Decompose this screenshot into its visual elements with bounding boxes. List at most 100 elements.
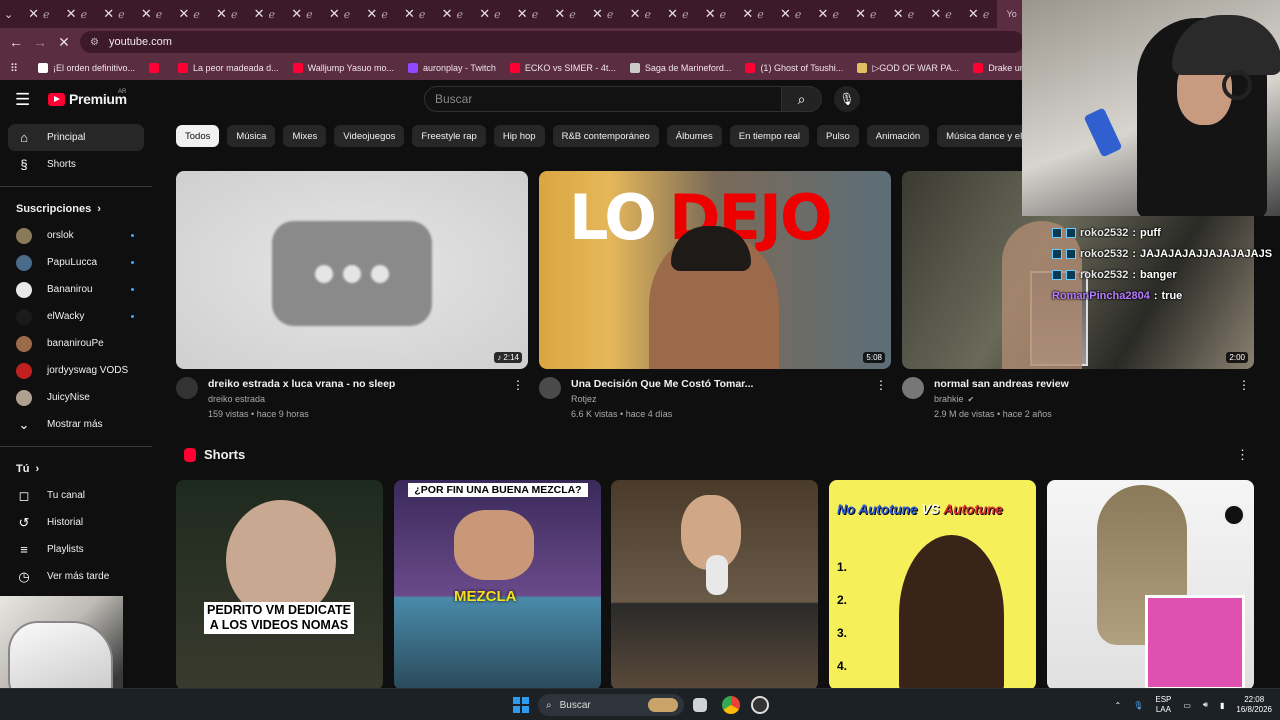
forward-icon[interactable]: →	[28, 34, 52, 50]
browser-tab[interactable]: ✕ ℯ	[283, 0, 321, 28]
browser-tab[interactable]: ✕ ℯ	[208, 0, 246, 28]
browser-tab[interactable]: ✕ ℯ	[960, 0, 998, 28]
sidebar-item-history[interactable]: ↺ Historial	[8, 509, 144, 536]
browser-tab[interactable]: ✕ ℯ	[133, 0, 171, 28]
browser-tab[interactable]: ✕ ℯ	[321, 0, 359, 28]
filter-chip[interactable]: Freestyle rap	[412, 125, 486, 147]
browser-tab[interactable]: ✕ ℯ	[622, 0, 660, 28]
video-thumbnail[interactable]: ♪ 2:14	[176, 171, 528, 369]
short-card[interactable]	[1047, 480, 1254, 688]
bookmark-item[interactable]: auronplay - Twitch	[407, 63, 496, 73]
filter-chip[interactable]: Álbumes	[666, 125, 722, 147]
search-button[interactable]: ⌕	[781, 86, 822, 112]
filter-chip[interactable]: Mixes	[283, 125, 327, 147]
subscription-item[interactable]: PapuLucca	[8, 249, 144, 276]
subscription-item[interactable]: orslok	[8, 222, 144, 249]
apps-icon[interactable]: ⠿	[0, 62, 28, 75]
speaker-icon[interactable]: 🔊︎	[1203, 700, 1208, 710]
sidebar-item-watch-later[interactable]: ◷ Ver más tarde	[8, 563, 144, 590]
short-card[interactable]: ¿POR FIN UNA BUENA MEZCLA? MEZCLA	[394, 480, 601, 688]
subscription-item[interactable]: jordyyswag VODS	[8, 357, 144, 384]
short-card[interactable]: PEDRITO VM DEDICATE A LOS VIDEOS NOMAS	[176, 480, 383, 688]
taskbar-search[interactable]: ⌕ Buscar	[538, 694, 684, 716]
bookmark-item[interactable]	[149, 63, 164, 73]
task-view-icon[interactable]	[693, 698, 707, 712]
browser-tab[interactable]: ✕ ℯ	[809, 0, 847, 28]
browser-tab[interactable]: ✕ ℯ	[170, 0, 208, 28]
bookmark-item[interactable]: La peor madeada d...	[178, 63, 279, 73]
video-thumbnail[interactable]: LO DEJO 5:08	[539, 171, 891, 369]
more-options-icon[interactable]: ⋮	[1238, 378, 1250, 392]
site-info-icon[interactable]: ⚙	[90, 37, 99, 48]
bookmark-item[interactable]: ECKO vs SIMER - 4t...	[509, 63, 616, 73]
search-input[interactable]: Buscar	[424, 86, 782, 112]
browser-tab[interactable]: ✕ ℯ	[396, 0, 434, 28]
subscription-item[interactable]: bananirouPe	[8, 330, 144, 357]
clock[interactable]: 22:08 16/8/2026	[1236, 695, 1272, 715]
battery-icon[interactable]: ▮	[1220, 701, 1224, 710]
subscriptions-header[interactable]: Suscripciones ›	[0, 195, 152, 222]
url-bar[interactable]: ⚙ youtube.com	[80, 31, 1024, 53]
subscription-item[interactable]: Bananirou	[8, 276, 144, 303]
browser-tab[interactable]: ✕ ℯ	[734, 0, 772, 28]
filter-chip[interactable]: Videojuegos	[334, 125, 405, 147]
short-card[interactable]	[611, 480, 818, 688]
filter-chip[interactable]: Todos	[176, 125, 220, 147]
browser-tab[interactable]: ✕ ℯ	[95, 0, 133, 28]
browser-tab[interactable]: ✕ ℯ	[20, 0, 58, 28]
voice-search-button[interactable]: 🎙︎	[834, 86, 860, 112]
browser-tab[interactable]: ✕ ℯ	[659, 0, 697, 28]
more-options-icon[interactable]: ⋮	[875, 378, 887, 392]
browser-tab[interactable]: ✕ ℯ	[358, 0, 396, 28]
short-card[interactable]: No Autotune VS Autotune 1. 2. 3. 4.	[829, 480, 1036, 688]
sidebar-item-channel[interactable]: ◻ Tu canal	[8, 482, 144, 509]
windows-start-icon[interactable]	[513, 697, 529, 713]
menu-icon[interactable]: ☰	[15, 90, 30, 110]
filter-chip[interactable]: Pulso	[817, 125, 859, 147]
filter-chip[interactable]: Animación	[866, 125, 930, 147]
youtube-premium-logo[interactable]: Premium AR	[48, 89, 127, 107]
tab-search-icon[interactable]: ⌄	[4, 8, 20, 21]
bookmark-item[interactable]: Walljump Yasuo mo...	[292, 63, 394, 73]
browser-tab[interactable]: ✕ ℯ	[509, 0, 547, 28]
bookmark-item[interactable]: (1) Ghost of Tsushi...	[745, 63, 843, 73]
channel-name[interactable]: Rotjez	[571, 394, 597, 404]
chrome-icon[interactable]	[722, 696, 740, 714]
video-title[interactable]: normal san andreas review	[934, 378, 1234, 390]
video-card[interactable]: LO DEJO 5:08 Una Decisión Que Me Costó Toma…	[539, 171, 891, 429]
video-card[interactable]: ♪ 2:14 dreiko estrada x luca vrana - no s…	[176, 171, 528, 429]
more-options-icon[interactable]: ⋮	[512, 378, 524, 392]
browser-tab[interactable]: ✕ ℯ	[471, 0, 509, 28]
browser-tab[interactable]: ✕ ℯ	[772, 0, 810, 28]
language-indicator[interactable]: ESP LAA	[1155, 695, 1171, 715]
bookmark-item[interactable]: ▷GOD OF WAR PA...	[857, 63, 959, 74]
bookmark-item[interactable]: Saga de Marineford...	[629, 63, 731, 73]
browser-tab[interactable]: ✕ ℯ	[847, 0, 885, 28]
chevron-up-icon[interactable]: ⌃	[1115, 701, 1122, 710]
browser-tab[interactable]: ✕ ℯ	[885, 0, 923, 28]
browser-tab[interactable]: ✕ ℯ	[246, 0, 284, 28]
subscription-item[interactable]: elWacky	[8, 303, 144, 330]
filter-chip[interactable]: Música	[227, 125, 276, 147]
browser-tab[interactable]: ✕ ℯ	[546, 0, 584, 28]
back-icon[interactable]: ←	[4, 34, 28, 50]
filter-chip[interactable]: R&B contemporáneo	[552, 125, 659, 147]
channel-avatar[interactable]	[902, 377, 924, 399]
browser-tab[interactable]: ✕ ℯ	[922, 0, 960, 28]
obs-icon[interactable]	[751, 696, 769, 714]
browser-tab[interactable]: ✕ ℯ	[58, 0, 96, 28]
browser-tab[interactable]: ✕ ℯ	[434, 0, 472, 28]
channel-avatar[interactable]	[176, 377, 198, 399]
subscription-item[interactable]: JuicyNise	[8, 384, 144, 411]
shorts-more-icon[interactable]: ⋮	[1236, 447, 1249, 463]
channel-name[interactable]: dreiko estrada	[208, 394, 265, 404]
stop-loading-icon[interactable]: ✕	[52, 34, 76, 51]
video-title[interactable]: Una Decisión Que Me Costó Tomar...	[571, 378, 871, 390]
sidebar-item-principal[interactable]: ⌂ Principal	[8, 124, 144, 151]
sidebar-item-shorts[interactable]: § Shorts	[8, 151, 144, 178]
mic-tray-icon[interactable]: 🎙︎	[1133, 701, 1143, 710]
channel-avatar[interactable]	[539, 377, 561, 399]
filter-chip[interactable]: Hip hop	[493, 125, 545, 147]
show-more-button[interactable]: ⌄ Mostrar más	[8, 411, 144, 438]
browser-tab[interactable]: ✕ ℯ	[584, 0, 622, 28]
